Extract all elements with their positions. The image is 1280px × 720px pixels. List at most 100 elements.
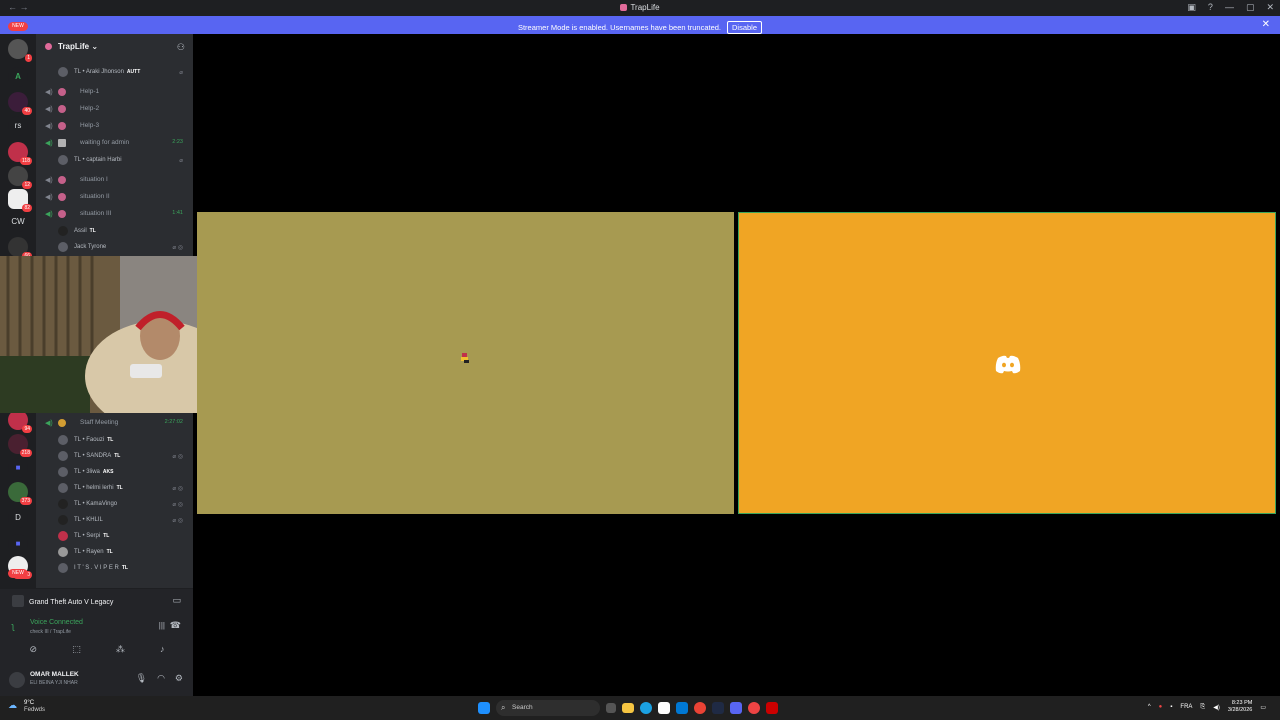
voice-user[interactable]: TL • helmi lerhi TL ⌀ ◎ bbox=[36, 480, 193, 496]
guild-icon[interactable]: 66 bbox=[8, 237, 32, 260]
folder-icon[interactable]: ■ bbox=[8, 458, 28, 478]
avatar bbox=[58, 451, 68, 461]
search-box[interactable]: Search bbox=[496, 700, 600, 716]
mute-icon: ⌀ ◎ bbox=[172, 502, 183, 508]
signal-icon[interactable]: ʅ bbox=[12, 621, 14, 631]
voice-user[interactable]: TL • KHLIL ⌀ ◎ bbox=[36, 512, 193, 528]
server-header[interactable]: TrapLife ⌄ ⚇ bbox=[36, 34, 193, 60]
voice-channel[interactable]: ◀) situation II bbox=[36, 190, 193, 204]
add-member-icon[interactable]: ⚇ bbox=[177, 42, 185, 53]
cloud-icon: ☁ bbox=[8, 700, 17, 710]
avatar[interactable] bbox=[9, 672, 25, 688]
guild-icon[interactable]: 40 bbox=[8, 92, 32, 115]
channel-icon bbox=[58, 176, 66, 184]
speaker-icon: ◀) bbox=[45, 194, 53, 201]
app-icon[interactable] bbox=[766, 702, 778, 714]
weather-widget[interactable]: ☁ 9°C Fedwds bbox=[8, 700, 45, 714]
avatar bbox=[58, 67, 68, 77]
guild-icon[interactable]: 118 bbox=[8, 142, 32, 165]
banner-close-icon[interactable]: ✕ bbox=[1262, 19, 1270, 30]
folder-icon[interactable]: ■ bbox=[8, 534, 28, 554]
activities-icon[interactable]: ⁂ bbox=[116, 644, 125, 655]
guild-icon[interactable]: 12 bbox=[8, 166, 32, 189]
taskbar-apps: Search bbox=[478, 700, 778, 716]
speaker-icon: ◀) bbox=[45, 140, 53, 147]
voice-user[interactable]: I T ' S . V I P E R TL bbox=[36, 560, 193, 576]
chrome-icon[interactable] bbox=[694, 702, 706, 714]
notification-icon[interactable]: ▭ bbox=[1260, 704, 1266, 711]
voice-action-row: ⊘ ⬚ ⁂ ♪ bbox=[12, 644, 182, 655]
edge-icon[interactable] bbox=[640, 702, 652, 714]
guild-icon[interactable]: rs bbox=[8, 116, 28, 136]
task-view-icon[interactable] bbox=[606, 703, 616, 713]
help-icon[interactable]: ? bbox=[1208, 2, 1213, 13]
voice-channel[interactable]: ◀) Help-2 bbox=[36, 102, 193, 116]
voice-user[interactable]: TL • KamaVingo ⌀ ◎ bbox=[36, 496, 193, 512]
guild-icon[interactable]: 218 bbox=[8, 434, 32, 457]
voice-user[interactable]: TL • 3liwa AKS bbox=[36, 464, 193, 480]
guild-icon[interactable]: CW bbox=[8, 212, 28, 232]
speaker-icon: ◀) bbox=[45, 123, 53, 130]
voice-user[interactable]: TL • Serpi TL bbox=[36, 528, 193, 544]
voice-user[interactable]: Jack Tyrone ⌀ ◎ bbox=[36, 239, 193, 255]
voice-channel-name[interactable]: check III / TrapLife bbox=[30, 629, 71, 635]
voice-channel[interactable]: ◀) situation I bbox=[36, 173, 193, 187]
camera-off-icon[interactable]: ⊘ bbox=[30, 644, 38, 655]
voice-channel[interactable]: ◀) waiting for admin 2:23 bbox=[36, 136, 193, 150]
avatar bbox=[58, 155, 68, 165]
microphone-icon[interactable]: ● bbox=[1159, 704, 1163, 710]
volume-icon[interactable]: ◀) bbox=[1213, 704, 1220, 711]
voice-status[interactable]: Voice Connected bbox=[30, 619, 83, 626]
speaker-icon: ◀) bbox=[45, 420, 53, 427]
guild-icon[interactable]: 1 bbox=[8, 39, 32, 62]
voice-channel[interactable]: ◀) Help-3 bbox=[36, 119, 193, 133]
soundboard-icon[interactable]: ♪ bbox=[160, 644, 165, 655]
mail-icon[interactable] bbox=[676, 702, 688, 714]
noise-suppression-icon[interactable]: ||| bbox=[159, 621, 165, 630]
voice-user[interactable]: TL • SANDRA TL ⌀ ◎ bbox=[36, 448, 193, 464]
avatar bbox=[58, 547, 68, 557]
close-window-button[interactable]: ✕ bbox=[1266, 2, 1274, 13]
settings-icon[interactable]: ⚙ bbox=[175, 673, 183, 684]
speaker-icon: ◀) bbox=[45, 211, 53, 218]
speaker-icon: ◀) bbox=[45, 177, 53, 184]
game-activity[interactable]: Grand Theft Auto V Legacy bbox=[12, 595, 113, 607]
language-indicator[interactable]: FRA bbox=[1180, 704, 1192, 710]
voice-user[interactable]: TL • Faouzi TL bbox=[36, 432, 193, 448]
start-icon[interactable] bbox=[478, 702, 490, 714]
voice-user[interactable]: TL • Rayen TL bbox=[36, 544, 193, 560]
guild-icon[interactable]: D bbox=[8, 508, 28, 528]
voice-user[interactable]: TL • Araki Jhonson AUTT ⌀ bbox=[36, 64, 193, 80]
network-icon[interactable]: ⎘ bbox=[1200, 704, 1205, 711]
voice-user[interactable]: TL • captain Harbi ⌀ bbox=[36, 152, 193, 168]
mute-icon: ⌀ ◎ bbox=[172, 454, 183, 460]
discord-icon[interactable] bbox=[730, 702, 742, 714]
app-icon[interactable] bbox=[748, 702, 760, 714]
activity-icon[interactable]: ▭ bbox=[172, 595, 181, 606]
voice-channel[interactable]: ◀) situation III 1:41 bbox=[36, 207, 193, 221]
screen-share-icon[interactable]: ⬚ bbox=[72, 644, 81, 655]
store-icon[interactable] bbox=[658, 702, 670, 714]
headphones-icon[interactable]: ◠ bbox=[157, 673, 165, 684]
guild-icon-traplife[interactable]: 82 bbox=[8, 189, 32, 212]
maximize-button[interactable]: ▢ bbox=[1246, 2, 1255, 13]
tray-icon[interactable]: ▪ bbox=[1170, 704, 1172, 710]
guild-icon[interactable]: 373 bbox=[8, 482, 32, 505]
avatar bbox=[58, 435, 68, 445]
voice-user[interactable]: Assil TL bbox=[36, 223, 193, 239]
clock[interactable]: 8:23 PM 3/28/2026 bbox=[1228, 700, 1252, 714]
guild-icon[interactable]: A bbox=[8, 67, 28, 87]
microphone-icon[interactable]: 🎙 bbox=[136, 673, 147, 684]
disconnect-icon[interactable]: ☎ bbox=[170, 620, 181, 631]
file-explorer-icon[interactable] bbox=[622, 703, 634, 713]
guild-icon[interactable]: 94 bbox=[8, 410, 32, 433]
disable-streamer-button[interactable]: Disable bbox=[727, 21, 763, 34]
chevron-up-icon[interactable]: ^ bbox=[1148, 704, 1151, 710]
voice-channel[interactable]: ◀) Staff Meeting 2:27:02 bbox=[36, 416, 193, 430]
taskbar: ☁ 9°C Fedwds Search ^ ● ▪ FRA ⎘ ◀) 8:23 … bbox=[0, 696, 1280, 720]
minimize-button[interactable]: — bbox=[1225, 2, 1234, 13]
voice-channel[interactable]: ◀) Help-1 bbox=[36, 85, 193, 99]
steam-icon[interactable] bbox=[712, 702, 724, 714]
username[interactable]: OMAR MALLEK bbox=[30, 671, 79, 678]
inbox-icon[interactable]: ▣ bbox=[1187, 2, 1196, 13]
